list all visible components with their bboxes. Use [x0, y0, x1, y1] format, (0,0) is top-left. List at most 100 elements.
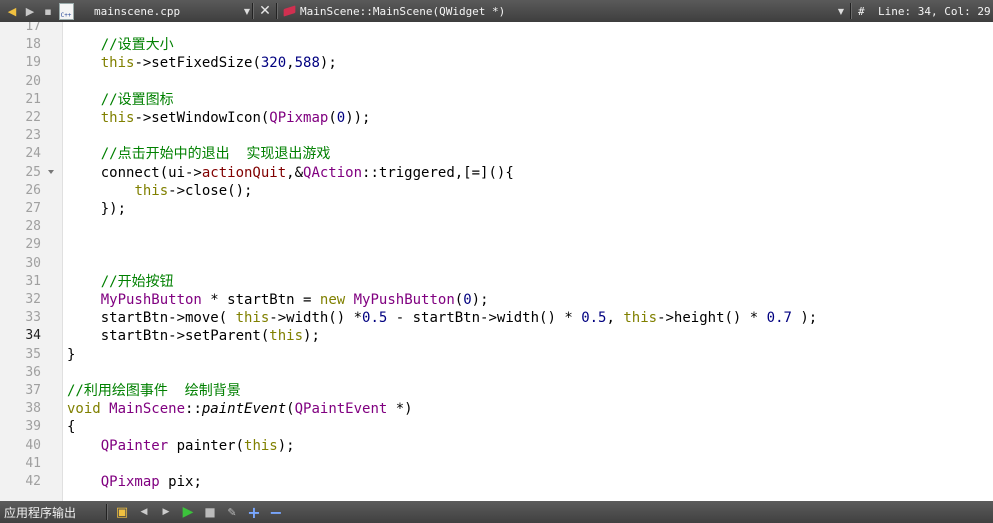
symbol-selector[interactable]: MainScene::MainScene(QWidget *) ▼ — [283, 0, 844, 22]
code-text: //设置图标 — [100, 91, 174, 108]
chevron-down-icon[interactable]: ▼ — [244, 7, 250, 16]
code-line[interactable]: 32 MyPushButton * startBtn = new MyPushB… — [0, 291, 993, 309]
line-number: 22 — [25, 110, 41, 125]
line-number: 30 — [25, 255, 41, 271]
line-number: 41 — [25, 455, 41, 471]
line-number: 27 — [25, 201, 41, 216]
code-line[interactable]: 21 //设置图标 — [0, 91, 993, 109]
function-name: MainScene::MainScene(QWidget *) — [300, 4, 506, 18]
code-line[interactable]: 33 startBtn->move( this->width() *0.5 - … — [0, 309, 993, 327]
line-number: 42 — [25, 474, 41, 489]
code-text: connect(ui->actionQuit,&QAction::trigger… — [67, 164, 514, 181]
previous-icon[interactable]: ◀ — [135, 503, 153, 521]
lock-icon[interactable]: ▪ — [39, 2, 57, 20]
code-line[interactable]: 31 //开始按钮 — [0, 273, 993, 291]
code-text: //利用绘图事件 绘制背景 — [67, 383, 241, 399]
line-number: 24 — [25, 146, 41, 162]
line-number: 38 — [25, 401, 41, 417]
code-text: } — [67, 346, 76, 363]
file-type-label: C++ — [60, 11, 72, 19]
code-line[interactable]: 41 — [0, 455, 993, 473]
stop-icon[interactable]: ■ — [201, 503, 219, 521]
code-text: startBtn->move( this->width() *0.5 - sta… — [67, 310, 818, 327]
editor-toolbar: ◀ ▶ ▪ C++ mainscene.cpp ▼ ✕ MainScene::M… — [0, 0, 993, 22]
line-number: 18 — [25, 37, 41, 53]
line-number: 37 — [25, 383, 41, 398]
line-number: 34 — [25, 328, 41, 344]
line-number: 25 — [25, 164, 41, 180]
function-icon — [283, 5, 296, 17]
code-text: //设置大小 — [100, 37, 174, 54]
code-line[interactable]: 25 connect(ui->actionQuit,&QAction::trig… — [0, 164, 993, 182]
code-line[interactable]: 29 — [0, 236, 993, 254]
code-text: MyPushButton * startBtn = new MyPushButt… — [100, 292, 489, 308]
code-editor[interactable]: 17 18 //设置大小 19 this->setFixedSize(320,588… — [0, 22, 993, 501]
code-line[interactable]: 35} — [0, 346, 993, 364]
code-text: startBtn->setParent(this); — [67, 328, 320, 345]
line-number: 26 — [25, 182, 41, 198]
line-number: 33 — [25, 310, 41, 326]
code-line[interactable]: 37 //利用绘图事件 绘制背景 — [0, 382, 993, 400]
code-text: { — [67, 419, 76, 436]
toolbar-divider — [252, 3, 254, 19]
line-number: 28 — [25, 219, 41, 235]
clear-output-icon[interactable]: ▣ — [113, 503, 131, 521]
code-text: this->setFixedSize(320,588); — [100, 55, 337, 72]
forward-arrow-icon[interactable]: ▶ — [21, 2, 39, 20]
code-line[interactable]: 24 //点击开始中的退出 实现退出游戏 — [0, 145, 993, 163]
line-col-indicator: Line: 34, Col: 29 — [878, 4, 991, 18]
code-line[interactable]: 39 { — [0, 418, 993, 436]
line-number: 36 — [25, 364, 41, 380]
run-icon[interactable]: ▶ — [179, 503, 197, 521]
code-line[interactable]: 22 this->setWindowIcon(QPixmap(0)); — [0, 109, 993, 127]
code-line[interactable]: 30 — [0, 255, 993, 273]
line-number: 23 — [25, 128, 41, 144]
code-line[interactable]: 36 — [0, 364, 993, 382]
toolbar-divider — [850, 3, 852, 19]
code-line[interactable]: 18 //设置大小 — [0, 36, 993, 54]
zoom-in-icon[interactable]: + — [245, 503, 263, 522]
code-text: QPixmap pix; — [100, 474, 202, 490]
code-line[interactable]: 38 void MainScene::paintEvent(QPaintEvent… — [0, 400, 993, 418]
code-text: void MainScene::paintEvent(QPaintEvent *… — [67, 401, 413, 418]
attach-icon[interactable]: ✎ — [223, 503, 241, 521]
line-number: 21 — [25, 91, 41, 107]
code-line[interactable]: 17 — [0, 22, 993, 36]
line-number: 19 — [25, 55, 41, 71]
code-text: QPainter painter(this); — [100, 437, 295, 454]
zoom-out-icon[interactable]: − — [267, 503, 285, 522]
fold-marker-icon[interactable] — [48, 169, 54, 174]
code-line[interactable]: 28 — [0, 218, 993, 236]
file-selector[interactable]: mainscene.cpp ▼ — [94, 0, 250, 22]
output-panel-bar: 应用程序输出 ▣ ◀ ▶ ▶ ■ ✎ + − — [0, 501, 993, 523]
chevron-down-icon[interactable]: ▼ — [838, 7, 844, 16]
output-label[interactable]: 应用程序输出 — [4, 504, 76, 521]
line-number: 40 — [25, 437, 41, 453]
line-number: 17 — [25, 22, 41, 34]
code-line[interactable]: 40 QPainter painter(this); — [0, 437, 993, 455]
code-text: this->close(); — [134, 182, 253, 199]
code-text: }); — [67, 201, 127, 217]
line-number: 29 — [25, 237, 41, 253]
line-number: 35 — [25, 346, 41, 362]
code-text: //点击开始中的退出 实现退出游戏 — [100, 146, 331, 163]
statusbar-divider — [106, 504, 108, 520]
code-line[interactable]: 19 this->setFixedSize(320,588); — [0, 54, 993, 72]
back-arrow-icon[interactable]: ◀ — [3, 2, 21, 20]
close-icon[interactable]: ✕ — [256, 2, 274, 20]
code-text: //开始按钮 — [100, 273, 174, 290]
toolbar-divider — [276, 3, 278, 19]
line-number: 20 — [25, 73, 41, 89]
hash-symbol: # — [858, 4, 865, 18]
line-number: 39 — [25, 419, 41, 435]
code-line[interactable]: 26 this->close(); — [0, 182, 993, 200]
code-line[interactable]: 27 }); — [0, 200, 993, 218]
file-type-icon: C++ — [57, 2, 75, 20]
code-line[interactable]: 34 startBtn->setParent(this); — [0, 327, 993, 345]
code-line[interactable]: 20 — [0, 73, 993, 91]
code-line[interactable]: 42 QPixmap pix; — [0, 473, 993, 491]
next-icon[interactable]: ▶ — [157, 503, 175, 521]
code-line[interactable]: 23 — [0, 127, 993, 145]
code-text: this->setWindowIcon(QPixmap(0)); — [100, 110, 371, 126]
line-number: 31 — [25, 273, 41, 289]
